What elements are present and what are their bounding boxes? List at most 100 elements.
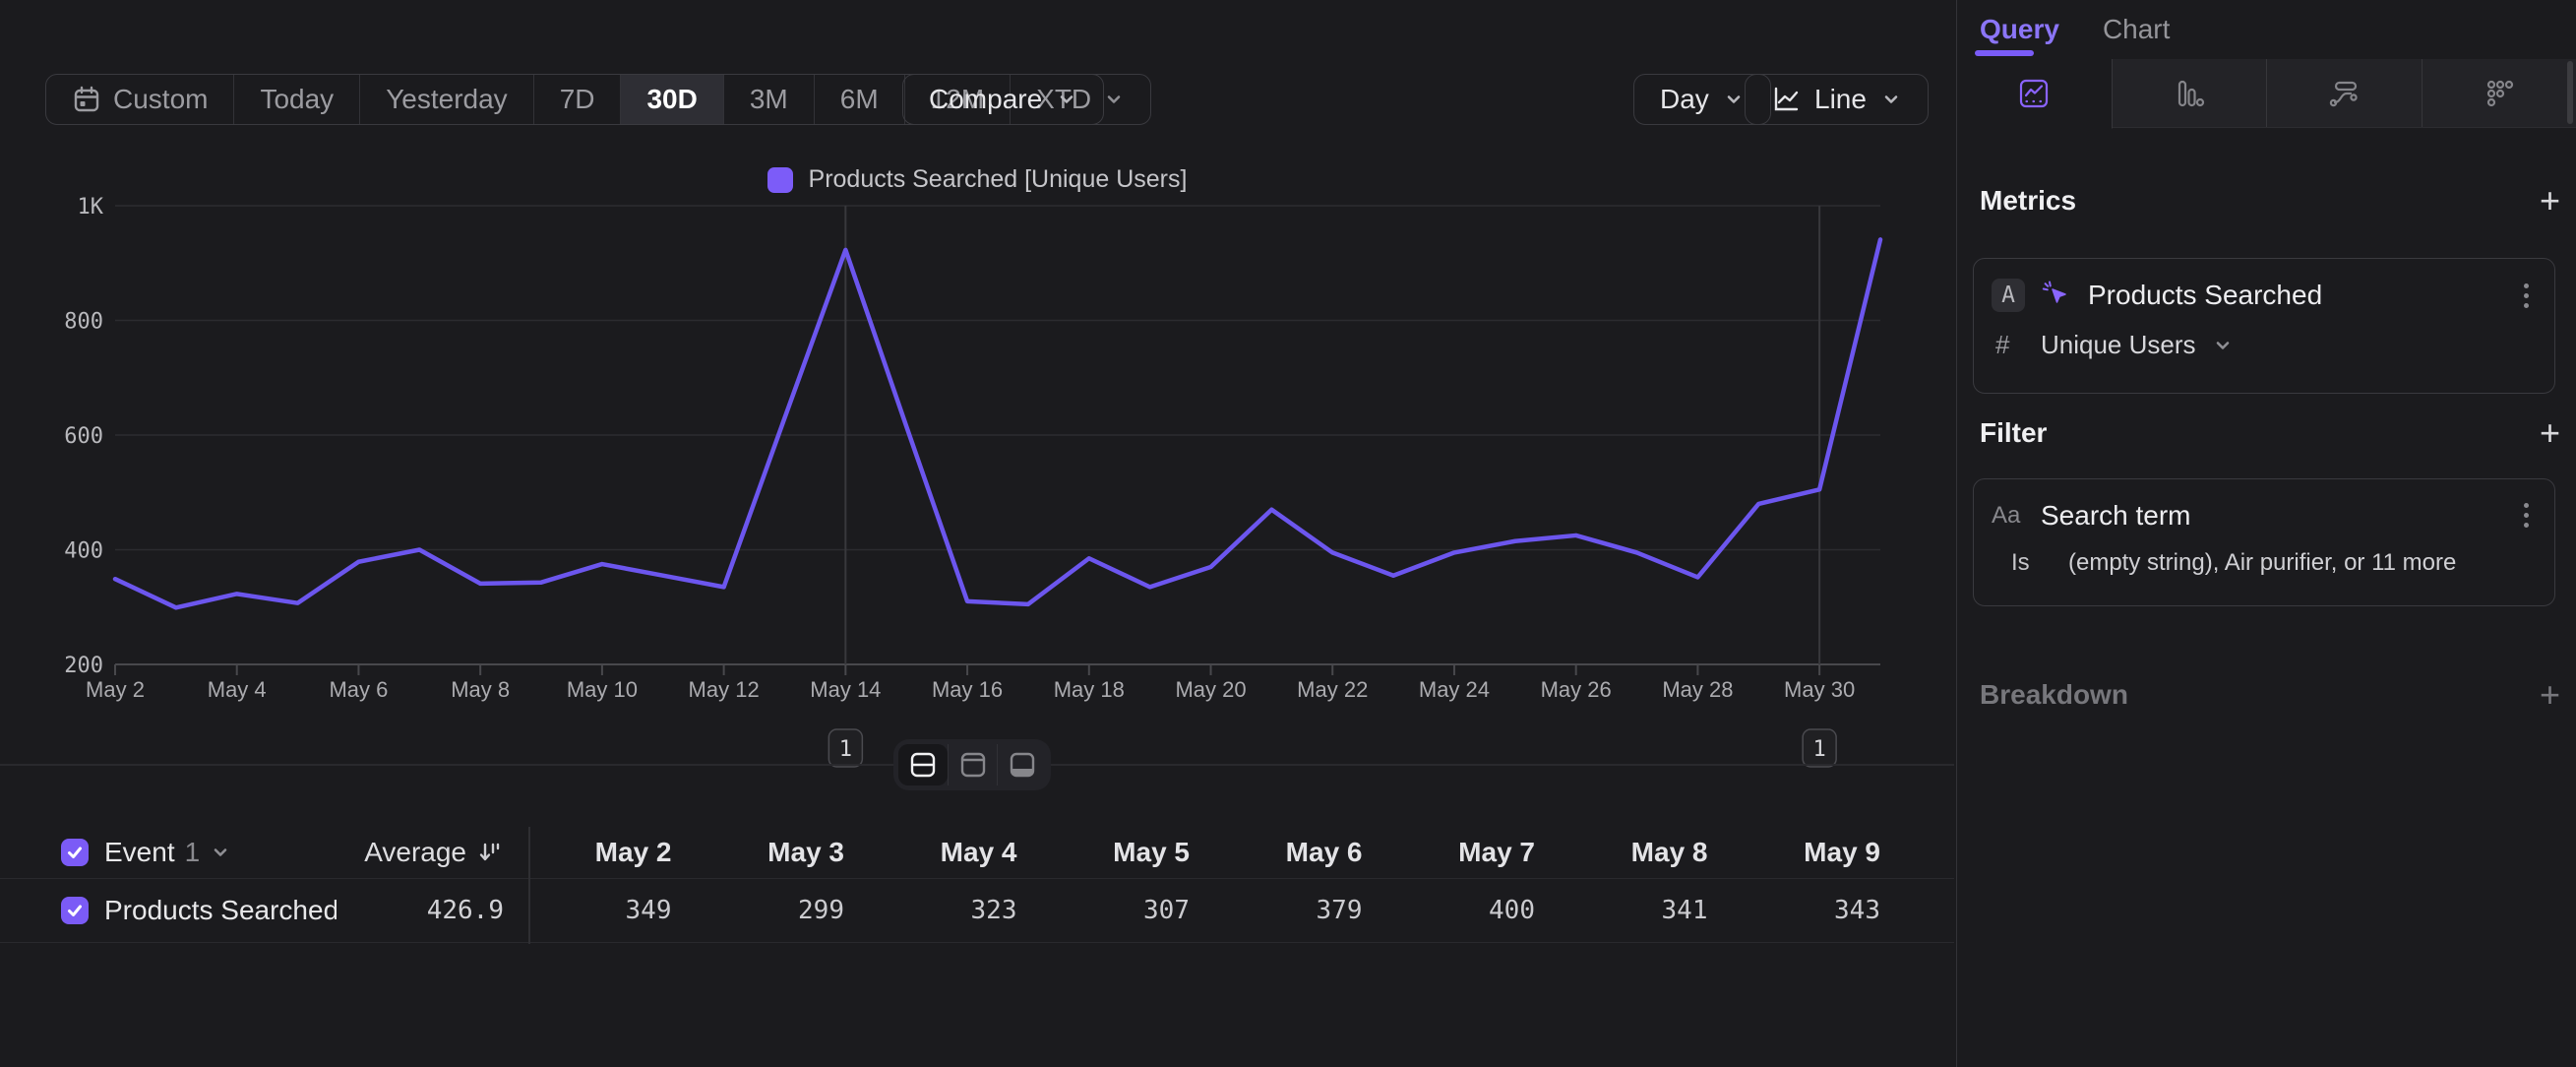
- check-icon: [65, 901, 85, 920]
- results-table: Event 1 Average May 2May 3May 4May 5May …: [0, 827, 1954, 943]
- chevron-down-icon: [1103, 89, 1125, 110]
- filter-options-kebab-icon[interactable]: [2516, 499, 2537, 532]
- y-axis-label: 600: [64, 424, 103, 449]
- query-panel: Query Chart: [1957, 0, 2576, 1067]
- filter-card[interactable]: Aa Search term Is (empty string), Air pu…: [1973, 478, 2555, 606]
- table-cell-value: 307: [1047, 896, 1220, 925]
- filter-operator[interactable]: Is: [2011, 549, 2053, 577]
- range-6m[interactable]: 6M: [815, 75, 905, 124]
- add-filter-button[interactable]: +: [2540, 415, 2560, 451]
- table-date-column-header[interactable]: May 2: [528, 837, 702, 868]
- filter-title: Filter: [1980, 417, 2047, 449]
- range-today[interactable]: Today: [234, 75, 360, 124]
- metric-options-kebab-icon[interactable]: [2516, 280, 2537, 312]
- table-date-column-header[interactable]: May 5: [1047, 837, 1220, 868]
- layout-chart-only-button[interactable]: [948, 744, 997, 785]
- table-date-column-header[interactable]: May 8: [1564, 837, 1738, 868]
- table-header-row: Event 1 Average May 2May 3May 4May 5May …: [0, 827, 1954, 879]
- top-panel-view-icon: [958, 750, 988, 780]
- y-axis-label: 1K: [78, 195, 104, 220]
- range-7d[interactable]: 7D: [534, 75, 622, 124]
- x-axis-label: May 14: [810, 677, 881, 702]
- add-breakdown-button[interactable]: +: [2540, 677, 2560, 713]
- x-axis-label: May 20: [1175, 677, 1246, 702]
- select-all-checkbox[interactable]: [61, 839, 89, 866]
- x-axis-label: May 10: [567, 677, 638, 702]
- table-row-values: 349299323307379400341343: [528, 896, 1910, 925]
- filter-property-name: Search term: [2041, 500, 2500, 532]
- viz-tab-grid-dots[interactable]: [2423, 59, 2576, 127]
- tab-query[interactable]: Query: [1980, 14, 2059, 45]
- split-view-icon: [908, 750, 938, 780]
- event-column-header[interactable]: Event 1: [104, 837, 337, 868]
- aggregation-symbol: #: [1995, 330, 2025, 360]
- table-cell-value: 379: [1219, 896, 1392, 925]
- table-date-column-header[interactable]: May 4: [874, 837, 1047, 868]
- filter-value[interactable]: (empty string), Air purifier, or 11 more: [2068, 549, 2456, 577]
- x-axis-label: May 24: [1419, 677, 1490, 702]
- active-tab-underline: [1975, 50, 2034, 56]
- metrics-title: Metrics: [1980, 185, 2076, 217]
- table-date-column-header[interactable]: May 3: [702, 837, 875, 868]
- series-line: [115, 239, 1880, 607]
- event-spark-cursor-icon: [2041, 280, 2072, 311]
- annotation-badge-count: 1: [839, 737, 852, 762]
- add-metric-button[interactable]: +: [2540, 183, 2560, 219]
- line-chart-icon: [1771, 85, 1801, 114]
- table-date-column-header[interactable]: May 6: [1219, 837, 1392, 868]
- layout-split-button[interactable]: [898, 744, 948, 785]
- x-axis-label: May 18: [1054, 677, 1125, 702]
- range-3m[interactable]: 3M: [724, 75, 815, 124]
- panel-scrollbar[interactable]: [2567, 61, 2573, 124]
- breakdown-title: Breakdown: [1980, 679, 2128, 711]
- table-cell-value: 341: [1564, 896, 1738, 925]
- tab-chart[interactable]: Chart: [2103, 14, 2170, 45]
- chevron-down-icon: [210, 842, 231, 863]
- layout-toggle-group: [893, 739, 1051, 790]
- range-yesterday[interactable]: Yesterday: [360, 75, 534, 124]
- range-30d-selected[interactable]: 30D: [621, 75, 723, 124]
- chevron-down-icon: [1723, 89, 1745, 110]
- y-axis-label: 200: [64, 654, 103, 678]
- metrics-section-header: Metrics +: [1980, 183, 2560, 219]
- chart-type-button[interactable]: Line: [1745, 74, 1929, 125]
- viz-tab-bar-chart[interactable]: [2113, 59, 2268, 127]
- chevron-down-icon: [1056, 89, 1077, 110]
- layout-table-only-button[interactable]: [997, 744, 1046, 785]
- row-series-name[interactable]: Products Searched [Un...: [104, 895, 337, 926]
- table-date-column-header[interactable]: May 7: [1392, 837, 1565, 868]
- flows-icon: [2327, 77, 2361, 110]
- metric-card[interactable]: A Products Searched # Unique Users: [1973, 258, 2555, 394]
- legend-swatch: [767, 167, 793, 193]
- table-date-column-header[interactable]: May 9: [1738, 837, 1911, 868]
- table-cell-value: 299: [702, 896, 875, 925]
- viz-tab-line-chart[interactable]: [1957, 59, 2113, 129]
- average-column-header[interactable]: Average: [337, 837, 528, 868]
- table-row: Products Searched [Un... 426.9 349299323…: [0, 879, 1954, 943]
- range-custom[interactable]: Custom: [46, 75, 234, 124]
- panel-tabs: Query Chart: [1957, 0, 2576, 59]
- line-chart-svg: 2004006008001KMay 2May 4May 6May 8May 10…: [0, 192, 1954, 787]
- chevron-down-icon: [2212, 335, 2234, 356]
- x-axis-label: May 16: [932, 677, 1003, 702]
- analytics-app: Custom Today Yesterday 7D 30D 3M 6M 12M …: [0, 0, 2576, 1067]
- calendar-icon: [72, 85, 101, 114]
- table-cell-value: 343: [1738, 896, 1911, 925]
- chevron-down-icon: [1880, 89, 1902, 110]
- grid-dots-icon: [2483, 77, 2516, 110]
- range-custom-label: Custom: [113, 84, 208, 115]
- line-chart-box-icon: [2017, 77, 2051, 110]
- table-cell-value: 349: [528, 896, 702, 925]
- viz-tab-flows[interactable]: [2267, 59, 2423, 127]
- string-property-icon: Aa: [1992, 502, 2025, 530]
- table-cell-value: 400: [1392, 896, 1565, 925]
- x-axis-label: May 26: [1541, 677, 1612, 702]
- row-checkbox[interactable]: [61, 897, 89, 924]
- metric-name: Products Searched: [2088, 280, 2500, 311]
- breakdown-section-header: Breakdown +: [1980, 677, 2560, 713]
- x-axis-label: May 22: [1297, 677, 1368, 702]
- metric-letter-badge: A: [1992, 279, 2025, 312]
- compare-button[interactable]: Compare: [902, 74, 1104, 125]
- aggregation-selector[interactable]: Unique Users: [2041, 330, 2196, 360]
- y-axis-label: 400: [64, 539, 103, 564]
